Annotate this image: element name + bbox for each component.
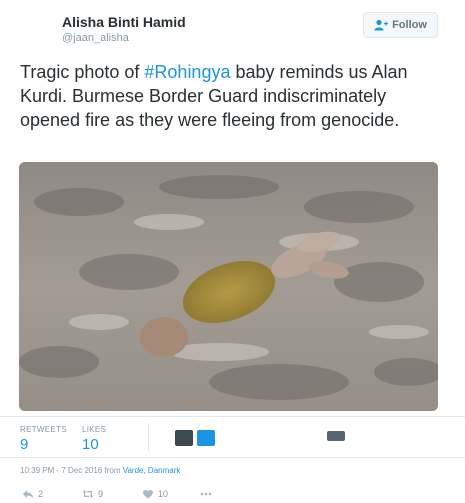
likes-label: LIKES [82,425,107,434]
likes-stat[interactable]: LIKES 10 [82,425,106,453]
retweet-button[interactable]: 9 [82,488,103,500]
liker-avatar[interactable] [327,431,345,441]
location-link[interactable]: Varde, Danmark [123,466,181,475]
tweet-actions: 2 9 10 [0,488,465,503]
reply-icon [23,490,33,499]
reply-button[interactable]: 2 [22,488,43,500]
liker-avatar[interactable] [197,430,215,446]
tweet-timestamp: 10:39 PM - 7 Dec 2016 from Varde, Danmar… [20,466,180,475]
add-user-icon [374,19,389,31]
tweet-text: Tragic photo of #Rohingya baby reminds u… [20,60,445,132]
liker-avatar[interactable] [175,430,193,446]
like-count: 10 [158,489,169,499]
engagement-stats: RETWEETS 9 LIKES 10 [0,416,465,458]
tweet-header: Alisha Binti Hamid @jaan_alisha Follow [0,0,465,52]
more-button[interactable] [200,488,212,500]
avatar[interactable] [10,12,50,52]
reply-count: 2 [38,489,44,499]
follow-button[interactable]: Follow [363,12,438,38]
tweet-photo[interactable] [19,162,438,411]
follow-label: Follow [392,19,427,31]
retweets-label: RETWEETS [20,425,67,434]
retweets-count: 9 [20,436,29,453]
retweets-stat[interactable]: RETWEETS 9 [20,425,67,453]
retweet-icon [82,490,94,498]
timestamp-from: from [102,466,123,475]
like-button[interactable]: 10 [142,488,168,500]
timestamp-time[interactable]: 10:39 PM - 7 Dec 2016 [20,466,102,475]
photo-image [19,162,438,411]
hashtag-link[interactable]: #Rohingya [144,62,230,82]
tweet-text-start: Tragic photo of [20,62,145,82]
user-handle[interactable]: @jaan_alisha [62,32,129,44]
retweet-count: 9 [98,489,104,499]
user-name[interactable]: Alisha Binti Hamid [62,14,186,30]
likes-count: 10 [82,436,99,453]
more-icon [200,492,212,496]
stats-divider [148,423,149,451]
heart-icon [143,489,153,499]
